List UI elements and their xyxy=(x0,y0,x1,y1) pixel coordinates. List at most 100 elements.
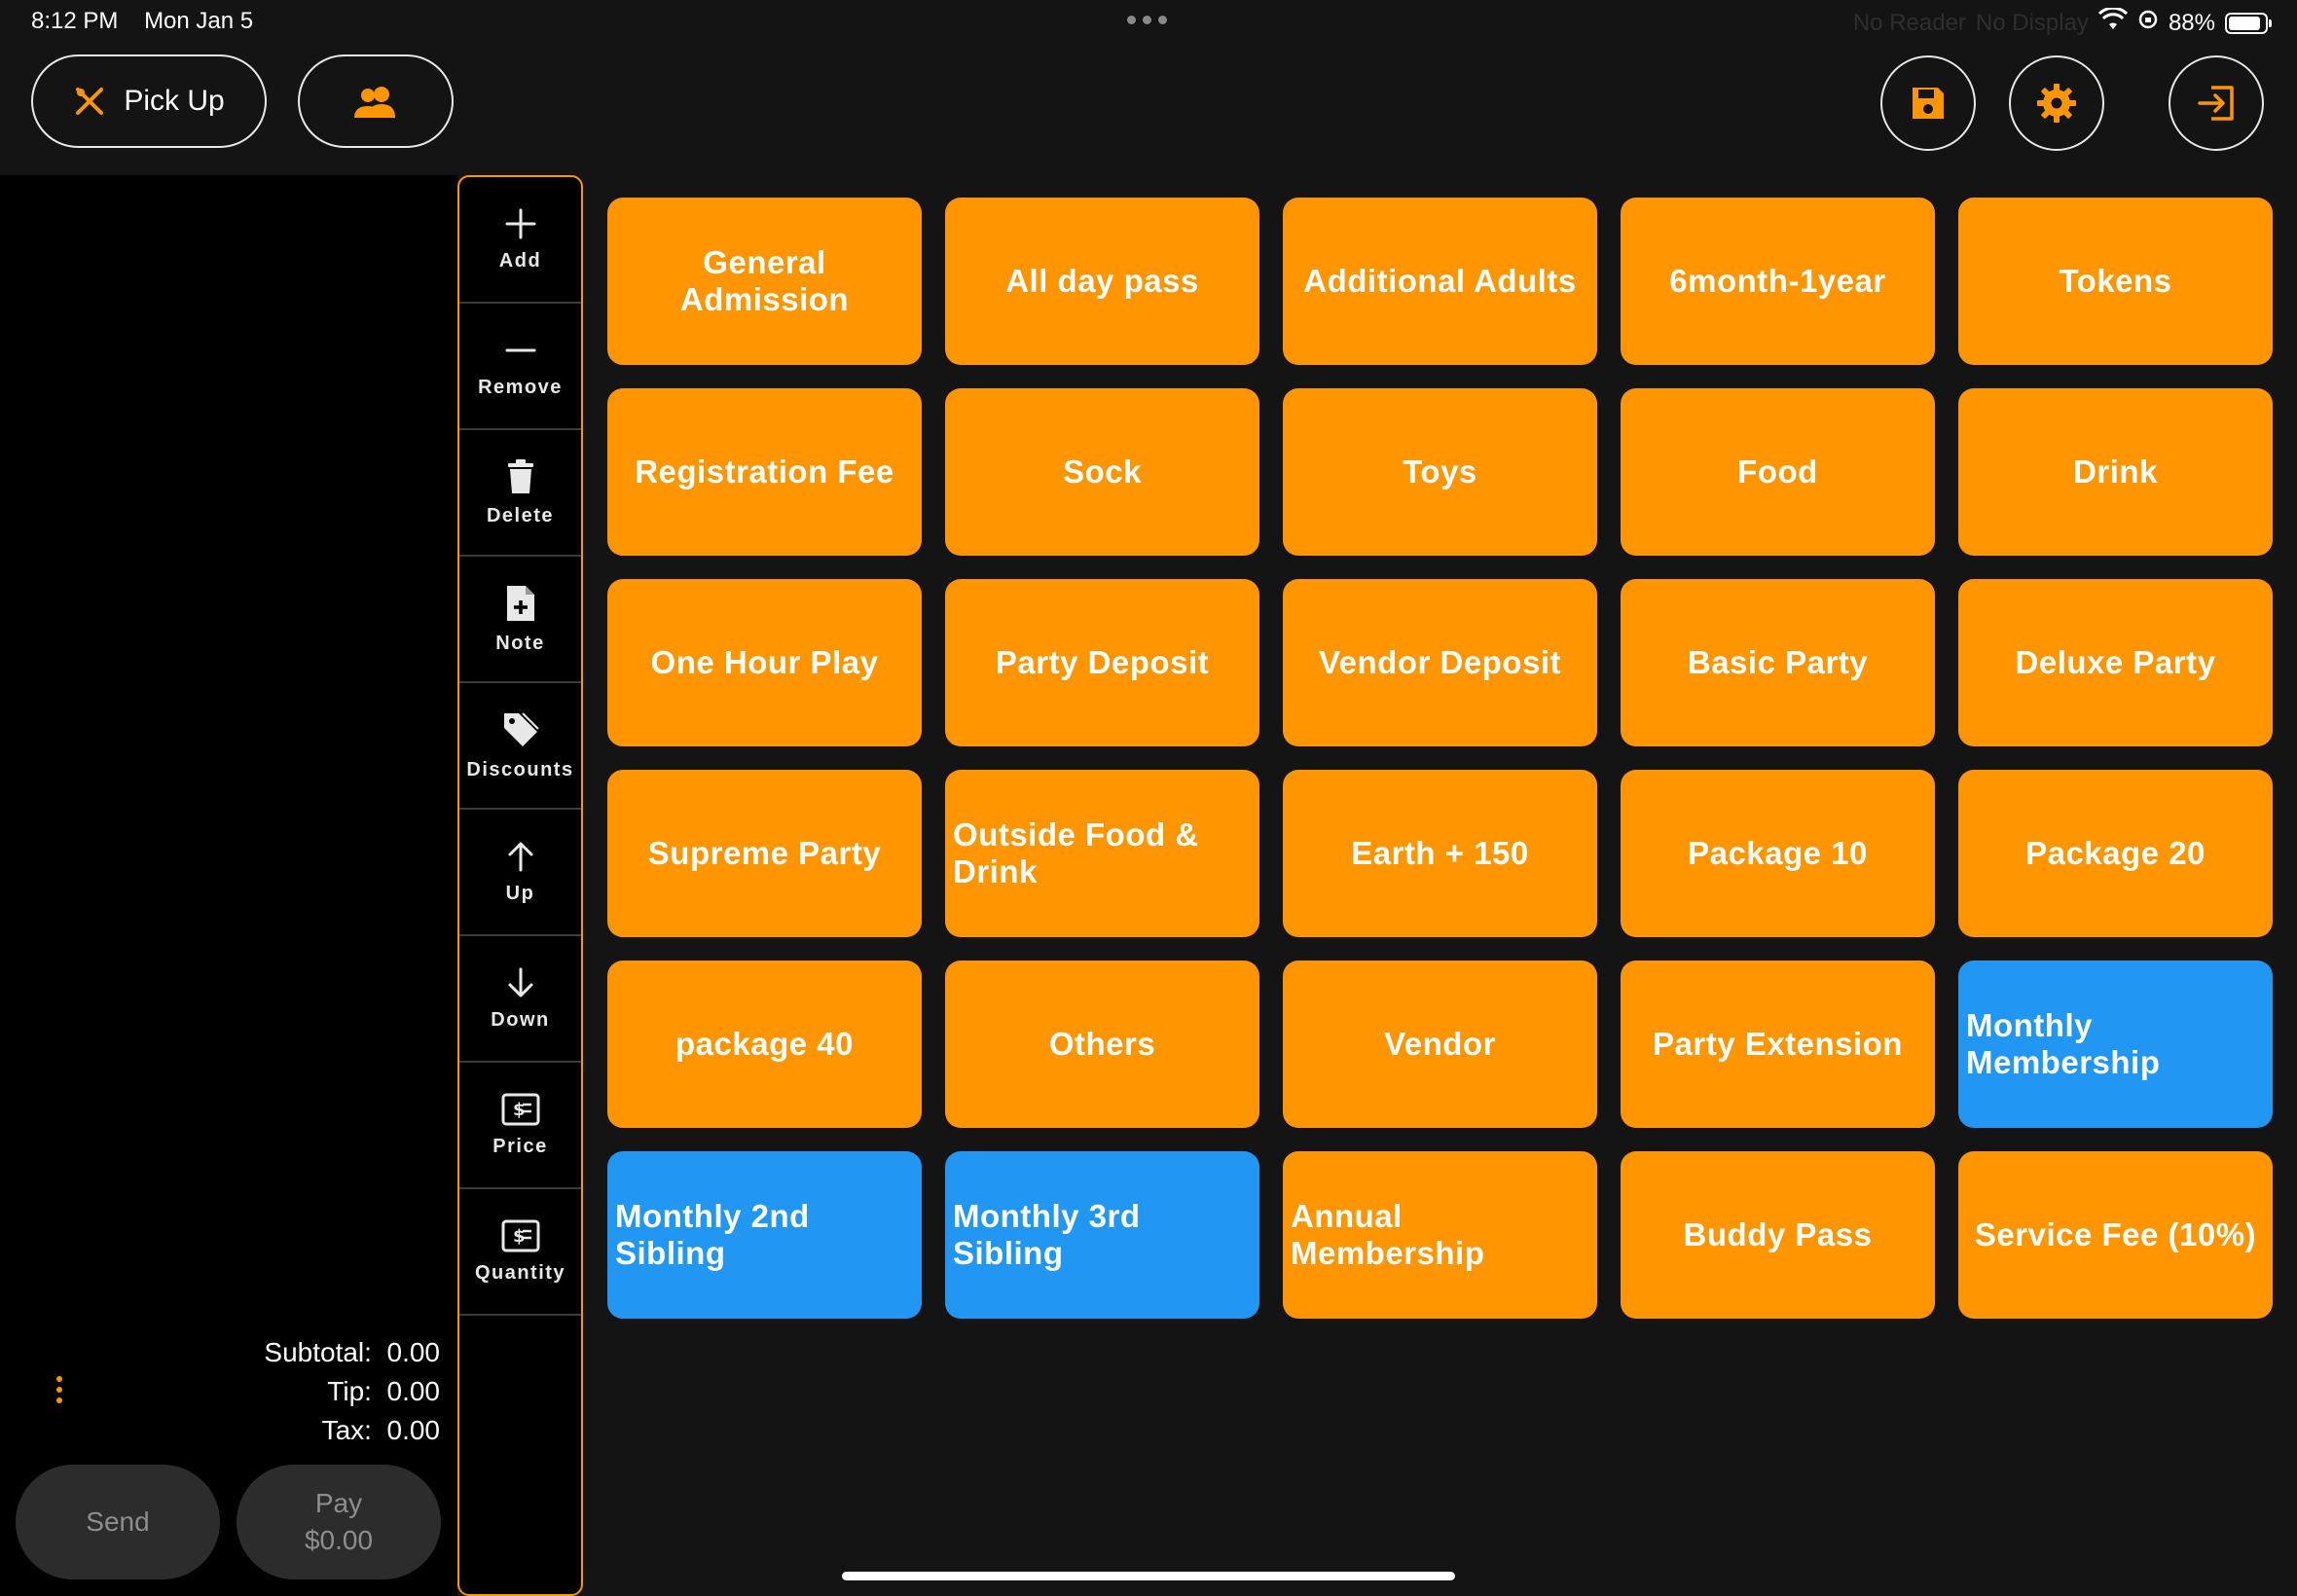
product-label: Basic Party xyxy=(1687,644,1869,680)
product-label: Tokens xyxy=(2059,263,2172,299)
multitasking-dots[interactable] xyxy=(1127,16,1167,24)
exit-button[interactable] xyxy=(2169,55,2264,151)
product-tile[interactable]: 6month-1year xyxy=(1621,198,1935,365)
product-tile[interactable]: Additional Adults xyxy=(1283,198,1597,365)
product-tile[interactable]: Vendor Deposit xyxy=(1283,579,1597,746)
subtotal-value: 0.00 xyxy=(386,1337,441,1367)
product-tile[interactable]: Vendor xyxy=(1283,961,1597,1128)
product-tile[interactable]: package 40 xyxy=(607,961,922,1128)
order-more-icon[interactable] xyxy=(56,1376,62,1403)
product-label: Supreme Party xyxy=(647,835,882,871)
save-icon xyxy=(1909,84,1948,123)
product-tile[interactable]: Sock xyxy=(945,388,1259,556)
svg-text:$: $ xyxy=(513,1100,526,1120)
delete-label: Delete xyxy=(486,504,555,526)
product-tile[interactable]: Monthly Membership xyxy=(1958,961,2273,1128)
product-tile[interactable]: Package 10 xyxy=(1621,770,1935,937)
up-button[interactable]: Up xyxy=(459,810,581,936)
reader-status: No Reader xyxy=(1852,9,1966,36)
svg-text:$: $ xyxy=(513,1226,526,1247)
product-tile[interactable]: Supreme Party xyxy=(607,770,922,937)
product-tile[interactable]: Drink xyxy=(1958,388,2273,556)
save-button[interactable] xyxy=(1880,55,1976,151)
product-label: Package 20 xyxy=(2025,835,2206,871)
pickup-button[interactable]: Pick Up xyxy=(31,54,267,148)
pay-button[interactable]: Pay $0.00 xyxy=(237,1465,441,1579)
gear-icon xyxy=(2035,82,2078,125)
product-tile[interactable]: Package 20 xyxy=(1958,770,2273,937)
subtotal-label: Subtotal: xyxy=(264,1337,372,1367)
product-label: General Admission xyxy=(679,244,850,317)
note-button[interactable]: Note xyxy=(459,557,581,683)
subtotal-row: Subtotal: 0.00 xyxy=(264,1333,440,1372)
send-button[interactable]: Send xyxy=(16,1465,220,1579)
product-tile[interactable]: Buddy Pass xyxy=(1621,1151,1935,1319)
product-tile[interactable]: Earth + 150 xyxy=(1283,770,1597,937)
discounts-label: Discounts xyxy=(466,758,574,780)
pay-label: Pay xyxy=(314,1488,363,1518)
down-button[interactable]: Down xyxy=(459,936,581,1063)
product-tile[interactable]: Monthly 2nd Sibling xyxy=(607,1151,922,1319)
tax-row: Tax: 0.00 xyxy=(264,1411,440,1450)
clock-date: Mon Jan 5 xyxy=(144,8,254,34)
delete-button[interactable]: Delete xyxy=(459,430,581,557)
product-tile[interactable]: Deluxe Party xyxy=(1958,579,2273,746)
product-label: Party Deposit xyxy=(995,644,1210,680)
settings-button[interactable] xyxy=(2009,55,2104,151)
product-tile[interactable]: Party Extension xyxy=(1621,961,1935,1128)
product-label: Party Extension xyxy=(1653,1026,1903,1062)
tag-icon xyxy=(501,710,540,749)
product-label: Additional Adults xyxy=(1303,263,1577,299)
remove-button[interactable]: Remove xyxy=(459,304,581,430)
tip-value: 0.00 xyxy=(386,1376,441,1406)
product-label: Sock xyxy=(1063,453,1142,490)
product-label: Drink xyxy=(2073,453,2158,490)
home-indicator[interactable] xyxy=(842,1572,1455,1580)
product-tile[interactable]: One Hour Play xyxy=(607,579,922,746)
pay-amount: $0.00 xyxy=(304,1525,374,1555)
product-tile[interactable]: Tokens xyxy=(1958,198,2273,365)
plus-icon xyxy=(504,207,537,240)
price-button[interactable]: $ Price xyxy=(459,1063,581,1189)
fork-knife-icon xyxy=(73,85,106,118)
product-tile[interactable]: Basic Party xyxy=(1621,579,1935,746)
discounts-button[interactable]: Discounts xyxy=(459,683,581,810)
tax-label: Tax: xyxy=(321,1415,372,1445)
product-tile[interactable]: Service Fee (10%) xyxy=(1958,1151,2273,1319)
product-label: 6month-1year xyxy=(1669,263,1886,299)
display-status: No Display xyxy=(1975,9,2089,36)
exit-icon xyxy=(2196,83,2237,124)
product-tile[interactable]: Annual Membership xyxy=(1283,1151,1597,1319)
product-label: Registration Fee xyxy=(635,453,894,490)
product-tile[interactable]: Party Deposit xyxy=(945,579,1259,746)
product-label: Others xyxy=(1048,1026,1156,1062)
add-button[interactable]: Add xyxy=(459,177,581,304)
product-label: Vendor xyxy=(1384,1026,1496,1062)
status-time: 8:12 PM Mon Jan 5 xyxy=(31,8,253,35)
product-tile[interactable]: Toys xyxy=(1283,388,1597,556)
product-label: All day pass xyxy=(1005,263,1199,299)
product-tile[interactable]: Monthly 3rd Sibling xyxy=(945,1151,1259,1319)
product-label: Earth + 150 xyxy=(1351,835,1529,871)
product-tile[interactable]: Outside Food & Drink xyxy=(945,770,1259,937)
quantity-icon: $ xyxy=(501,1219,540,1252)
product-tile[interactable]: Food xyxy=(1621,388,1935,556)
tax-value: 0.00 xyxy=(386,1415,441,1445)
down-label: Down xyxy=(491,1008,550,1031)
product-label: One Hour Play xyxy=(650,644,879,680)
tip-row: Tip: 0.00 xyxy=(264,1372,440,1411)
trash-icon xyxy=(504,458,537,495)
note-label: Note xyxy=(495,632,545,654)
product-tile[interactable]: General Admission xyxy=(607,198,922,365)
product-tile[interactable]: All day pass xyxy=(945,198,1259,365)
product-label: Deluxe Party xyxy=(2015,644,2216,680)
customers-button[interactable] xyxy=(298,54,454,148)
price-icon: $ xyxy=(501,1093,540,1126)
product-tile[interactable]: Others xyxy=(945,961,1259,1128)
product-label: Vendor Deposit xyxy=(1318,644,1562,680)
add-label: Add xyxy=(498,249,542,272)
quantity-button[interactable]: $ Quantity xyxy=(459,1189,581,1316)
tip-label: Tip: xyxy=(327,1376,372,1406)
users-icon xyxy=(352,85,399,118)
product-tile[interactable]: Registration Fee xyxy=(607,388,922,556)
